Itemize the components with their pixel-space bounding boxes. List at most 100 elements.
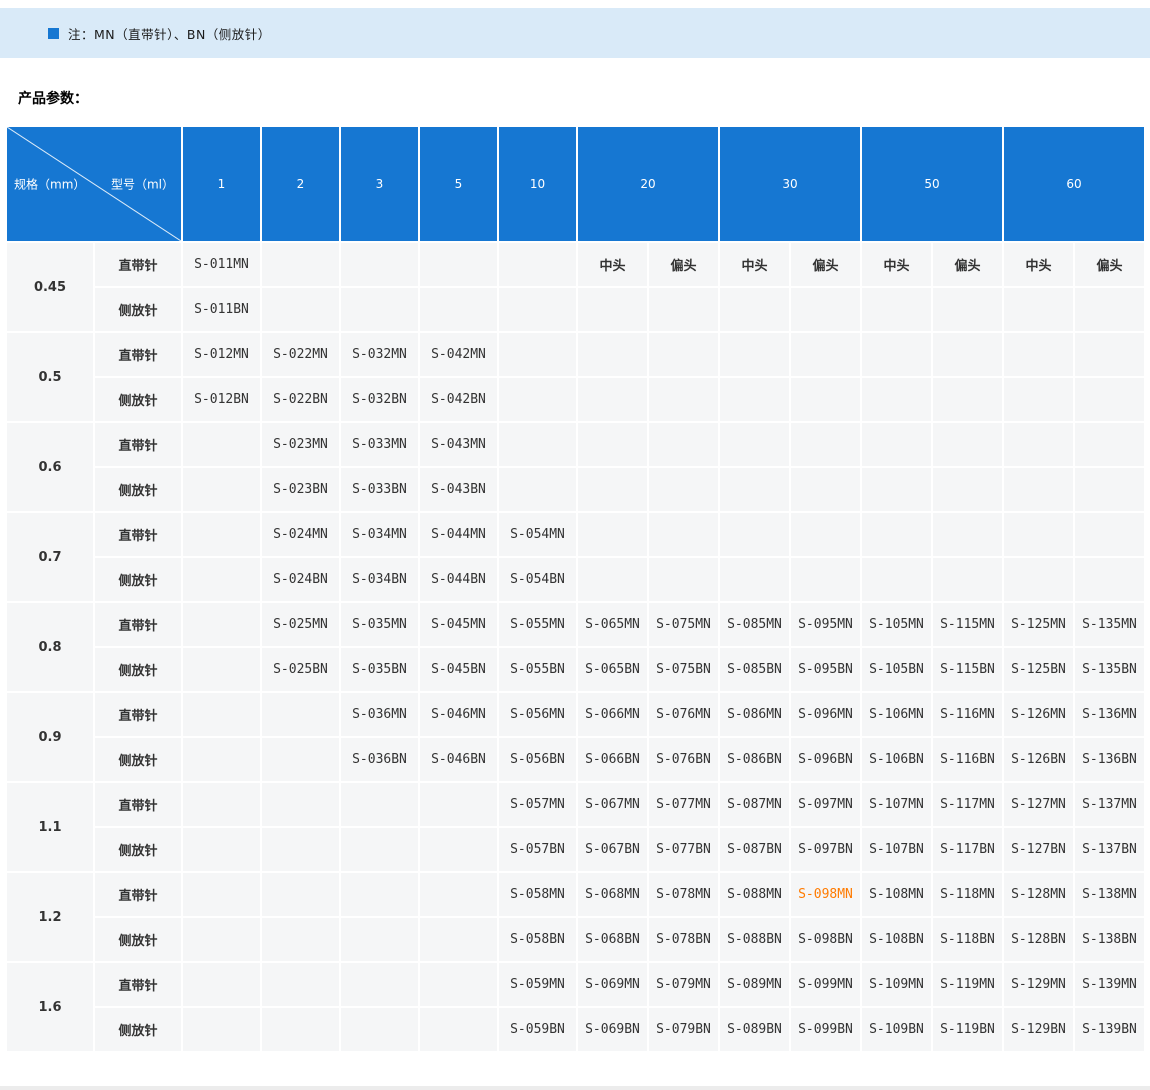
model-cell-S-043BN[interactable]: S-043BN <box>420 468 497 511</box>
model-cell-S-032BN[interactable]: S-032BN <box>341 378 418 421</box>
model-cell-S-011MN[interactable]: S-011MN <box>183 243 260 286</box>
model-cell-S-065BN[interactable]: S-065BN <box>578 648 647 691</box>
model-cell-S-023BN[interactable]: S-023BN <box>262 468 339 511</box>
model-cell-S-066BN[interactable]: S-066BN <box>578 738 647 781</box>
model-cell-S-127MN[interactable]: S-127MN <box>1004 783 1073 826</box>
model-cell-S-075MN[interactable]: S-075MN <box>649 603 718 646</box>
model-cell-S-065MN[interactable]: S-065MN <box>578 603 647 646</box>
model-cell-S-054BN[interactable]: S-054BN <box>499 558 576 601</box>
model-cell-S-128BN[interactable]: S-128BN <box>1004 918 1073 961</box>
model-cell-S-022MN[interactable]: S-022MN <box>262 333 339 376</box>
model-cell-S-086MN[interactable]: S-086MN <box>720 693 789 736</box>
model-cell-S-035MN[interactable]: S-035MN <box>341 603 418 646</box>
model-cell-S-046MN[interactable]: S-046MN <box>420 693 497 736</box>
model-cell-S-036BN[interactable]: S-036BN <box>341 738 418 781</box>
model-cell-S-139BN[interactable]: S-139BN <box>1075 1008 1144 1051</box>
model-cell-S-089BN[interactable]: S-089BN <box>720 1008 789 1051</box>
model-cell-S-099MN[interactable]: S-099MN <box>791 963 860 1006</box>
model-cell-S-057BN[interactable]: S-057BN <box>499 828 576 871</box>
model-cell-S-046BN[interactable]: S-046BN <box>420 738 497 781</box>
model-cell-S-059MN[interactable]: S-059MN <box>499 963 576 1006</box>
model-cell-S-023MN[interactable]: S-023MN <box>262 423 339 466</box>
model-cell-S-076MN[interactable]: S-076MN <box>649 693 718 736</box>
model-cell-S-045MN[interactable]: S-045MN <box>420 603 497 646</box>
model-cell-S-042BN[interactable]: S-042BN <box>420 378 497 421</box>
model-cell-S-036MN[interactable]: S-036MN <box>341 693 418 736</box>
model-cell-S-125BN[interactable]: S-125BN <box>1004 648 1073 691</box>
model-cell-S-058MN[interactable]: S-058MN <box>499 873 576 916</box>
model-cell-S-034MN[interactable]: S-034MN <box>341 513 418 556</box>
model-cell-S-127BN[interactable]: S-127BN <box>1004 828 1073 871</box>
model-cell-S-117MN[interactable]: S-117MN <box>933 783 1002 826</box>
model-cell-S-066MN[interactable]: S-066MN <box>578 693 647 736</box>
model-cell-S-125MN[interactable]: S-125MN <box>1004 603 1073 646</box>
model-cell-S-055BN[interactable]: S-055BN <box>499 648 576 691</box>
model-cell-S-033MN[interactable]: S-033MN <box>341 423 418 466</box>
model-cell-S-118MN[interactable]: S-118MN <box>933 873 1002 916</box>
model-cell-S-085BN[interactable]: S-085BN <box>720 648 789 691</box>
model-cell-S-076BN[interactable]: S-076BN <box>649 738 718 781</box>
model-cell-S-087BN[interactable]: S-087BN <box>720 828 789 871</box>
model-cell-S-095BN[interactable]: S-095BN <box>791 648 860 691</box>
model-cell-S-117BN[interactable]: S-117BN <box>933 828 1002 871</box>
model-cell-S-137BN[interactable]: S-137BN <box>1075 828 1144 871</box>
model-cell-S-044BN[interactable]: S-044BN <box>420 558 497 601</box>
model-cell-S-067BN[interactable]: S-067BN <box>578 828 647 871</box>
model-cell-S-055MN[interactable]: S-055MN <box>499 603 576 646</box>
model-cell-S-067MN[interactable]: S-067MN <box>578 783 647 826</box>
model-cell-S-058BN[interactable]: S-058BN <box>499 918 576 961</box>
model-cell-S-115BN[interactable]: S-115BN <box>933 648 1002 691</box>
model-cell-S-126BN[interactable]: S-126BN <box>1004 738 1073 781</box>
model-cell-S-135MN[interactable]: S-135MN <box>1075 603 1144 646</box>
model-cell-S-044MN[interactable]: S-044MN <box>420 513 497 556</box>
model-cell-S-106MN[interactable]: S-106MN <box>862 693 931 736</box>
model-cell-S-043MN[interactable]: S-043MN <box>420 423 497 466</box>
model-cell-S-107BN[interactable]: S-107BN <box>862 828 931 871</box>
model-cell-S-108BN[interactable]: S-108BN <box>862 918 931 961</box>
model-cell-S-109BN[interactable]: S-109BN <box>862 1008 931 1051</box>
model-cell-S-096MN[interactable]: S-096MN <box>791 693 860 736</box>
model-cell-S-024BN[interactable]: S-024BN <box>262 558 339 601</box>
model-cell-S-099BN[interactable]: S-099BN <box>791 1008 860 1051</box>
model-cell-S-088BN[interactable]: S-088BN <box>720 918 789 961</box>
model-cell-S-138MN[interactable]: S-138MN <box>1075 873 1144 916</box>
model-cell-S-042MN[interactable]: S-042MN <box>420 333 497 376</box>
model-cell-S-135BN[interactable]: S-135BN <box>1075 648 1144 691</box>
model-cell-S-089MN[interactable]: S-089MN <box>720 963 789 1006</box>
model-cell-S-086BN[interactable]: S-086BN <box>720 738 789 781</box>
model-cell-S-116MN[interactable]: S-116MN <box>933 693 1002 736</box>
model-cell-S-136MN[interactable]: S-136MN <box>1075 693 1144 736</box>
model-cell-S-098MN[interactable]: S-098MN <box>791 873 860 916</box>
model-cell-S-057MN[interactable]: S-057MN <box>499 783 576 826</box>
model-cell-S-045BN[interactable]: S-045BN <box>420 648 497 691</box>
model-cell-S-129BN[interactable]: S-129BN <box>1004 1008 1073 1051</box>
model-cell-S-105MN[interactable]: S-105MN <box>862 603 931 646</box>
model-cell-S-128MN[interactable]: S-128MN <box>1004 873 1073 916</box>
model-cell-S-119BN[interactable]: S-119BN <box>933 1008 1002 1051</box>
model-cell-S-126MN[interactable]: S-126MN <box>1004 693 1073 736</box>
model-cell-S-096BN[interactable]: S-096BN <box>791 738 860 781</box>
model-cell-S-034BN[interactable]: S-034BN <box>341 558 418 601</box>
model-cell-S-024MN[interactable]: S-024MN <box>262 513 339 556</box>
model-cell-S-118BN[interactable]: S-118BN <box>933 918 1002 961</box>
model-cell-S-106BN[interactable]: S-106BN <box>862 738 931 781</box>
model-cell-S-097MN[interactable]: S-097MN <box>791 783 860 826</box>
model-cell-S-059BN[interactable]: S-059BN <box>499 1008 576 1051</box>
model-cell-S-098BN[interactable]: S-098BN <box>791 918 860 961</box>
model-cell-S-054MN[interactable]: S-054MN <box>499 513 576 556</box>
model-cell-S-022BN[interactable]: S-022BN <box>262 378 339 421</box>
model-cell-S-129MN[interactable]: S-129MN <box>1004 963 1073 1006</box>
model-cell-S-078MN[interactable]: S-078MN <box>649 873 718 916</box>
model-cell-S-079MN[interactable]: S-079MN <box>649 963 718 1006</box>
model-cell-S-032MN[interactable]: S-032MN <box>341 333 418 376</box>
model-cell-S-138BN[interactable]: S-138BN <box>1075 918 1144 961</box>
model-cell-S-078BN[interactable]: S-078BN <box>649 918 718 961</box>
model-cell-S-136BN[interactable]: S-136BN <box>1075 738 1144 781</box>
model-cell-S-087MN[interactable]: S-087MN <box>720 783 789 826</box>
model-cell-S-056MN[interactable]: S-056MN <box>499 693 576 736</box>
model-cell-S-088MN[interactable]: S-088MN <box>720 873 789 916</box>
model-cell-S-097BN[interactable]: S-097BN <box>791 828 860 871</box>
model-cell-S-108MN[interactable]: S-108MN <box>862 873 931 916</box>
model-cell-S-095MN[interactable]: S-095MN <box>791 603 860 646</box>
model-cell-S-077MN[interactable]: S-077MN <box>649 783 718 826</box>
